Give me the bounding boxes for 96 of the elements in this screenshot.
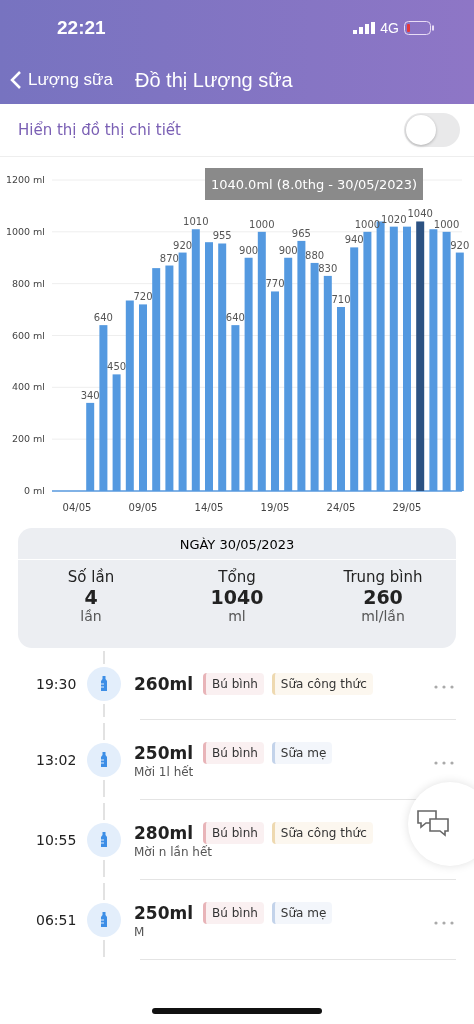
entry-note: Mời n lần hết <box>134 844 214 859</box>
toggle-switch[interactable] <box>404 113 460 147</box>
bar-value-label: 1010 <box>183 216 209 228</box>
bar-value-label: 640 <box>93 312 113 324</box>
bar-value-label: 720 <box>133 291 153 303</box>
y-axis-label: 800 ml <box>11 277 45 289</box>
y-axis-label: 0 ml <box>24 485 45 496</box>
x-axis-label: 04/05 <box>62 502 92 513</box>
bar-value-label: 940 <box>344 234 364 246</box>
bar-value-label: 920 <box>450 239 470 251</box>
entry-time: 10:55 <box>35 832 78 848</box>
stat-unit: ml/lần <box>361 608 405 624</box>
bar-value-label: 1000 <box>249 218 275 230</box>
x-axis-label: 14/05 <box>194 502 224 513</box>
bar-value-label: 1040 <box>407 208 433 220</box>
page-title: Đồ thị Lượng sữa <box>134 68 293 92</box>
bottle-icon <box>87 667 121 701</box>
entry-time: 19:30 <box>35 676 78 692</box>
stat-value: 260 <box>363 586 403 608</box>
bar-value-label: 920 <box>173 239 193 251</box>
bar[interactable] <box>284 257 293 491</box>
bar[interactable] <box>152 268 161 491</box>
entry-amount: 260ml <box>134 674 194 694</box>
chevron-left-icon <box>10 70 22 90</box>
y-axis-label: 1200 ml <box>5 174 45 185</box>
network-label: 4G <box>380 20 399 36</box>
tag: Bú bình <box>203 673 264 695</box>
bar-value-label: 830 <box>318 262 338 274</box>
x-axis-label: 19/05 <box>260 502 290 513</box>
x-axis-label: 24/05 <box>326 502 356 513</box>
bar-value-label: 1000 <box>433 218 460 230</box>
entry-note: Mời 1l hết <box>134 764 195 779</box>
bar-value-label: 770 <box>265 278 285 290</box>
entry-amount: 280ml <box>134 822 194 843</box>
bar[interactable] <box>257 231 266 491</box>
bar-value-label: 1020 <box>381 213 407 225</box>
bar[interactable] <box>218 243 227 491</box>
chat-bubbles-icon <box>416 809 450 839</box>
entry-time: 13:02 <box>35 752 78 768</box>
entry-amount: 250ml <box>134 742 194 763</box>
bar[interactable] <box>350 247 359 491</box>
stat-unit: ml <box>228 608 246 624</box>
stat-value: 4 <box>84 586 98 608</box>
bar[interactable] <box>323 275 332 491</box>
bar[interactable] <box>389 226 398 491</box>
entry-time: 06:51 <box>35 912 78 928</box>
bar-value-label: 900 <box>239 244 259 256</box>
back-button[interactable]: Lượng sữa <box>10 70 113 90</box>
bar[interactable] <box>191 229 200 491</box>
bar-value-label: 870 <box>159 252 179 264</box>
y-axis-label: 600 ml <box>11 329 45 341</box>
bar[interactable] <box>416 221 425 491</box>
bar-value-label: 965 <box>291 227 311 239</box>
stat-unit: lần <box>80 608 102 624</box>
ellipsis-icon <box>434 684 454 689</box>
battery-icon <box>404 21 434 35</box>
summary-date: NGÀY 30/05/2023 <box>18 528 456 560</box>
x-axis-label: 09/05 <box>128 502 158 513</box>
bar-value-label: 900 <box>278 244 298 256</box>
tag: Bú bình <box>203 741 264 764</box>
bar[interactable] <box>86 402 95 491</box>
x-axis-label: 29/05 <box>392 502 422 513</box>
bar-value-label: 955 <box>212 230 232 242</box>
tag: Sữa công thức <box>271 673 373 695</box>
annotation: 1040.0ml (8.0thg - 30/05/2023) <box>210 177 418 192</box>
tag: Bú bình <box>203 901 264 924</box>
tag: Bú bình <box>203 821 264 844</box>
stat-value: 1040 <box>210 586 264 608</box>
tag: Sữa mẹ <box>271 741 333 764</box>
chat-button[interactable] <box>408 782 474 866</box>
y-axis-label: 1000 ml <box>5 225 45 237</box>
y-axis-label: 200 ml <box>11 433 45 445</box>
bottle-icon <box>87 823 121 857</box>
ellipsis-icon <box>434 760 454 765</box>
entry-note: M <box>134 924 146 939</box>
bar-value-label: 340 <box>80 389 100 401</box>
bottle-icon <box>87 903 121 937</box>
bar-value-label: 640 <box>225 312 245 324</box>
bar[interactable] <box>125 300 134 491</box>
bar-value-label: 710 <box>331 294 351 305</box>
bar[interactable] <box>455 252 464 491</box>
bar-value-label: 880 <box>305 249 325 261</box>
tag: Sữa mẹ <box>271 901 333 924</box>
entry-amount: 250ml <box>134 902 194 923</box>
chart-tooltip: 1040.0ml (8.0thg - 30/05/2023) <box>205 168 423 200</box>
bar-value-label: 450 <box>107 361 127 373</box>
y-axis-label: 400 ml <box>11 381 45 393</box>
toggle-label: Hiển thị đồ thị chi tiết <box>18 121 181 139</box>
bottle-icon <box>87 743 121 777</box>
stat-label: Trung bình <box>343 568 423 586</box>
signal-icon <box>353 22 376 34</box>
stat-label: Số lần <box>67 568 115 586</box>
stat-label: Tổng <box>218 568 256 586</box>
ellipsis-icon <box>434 920 454 925</box>
clock: 22:21 <box>57 17 106 39</box>
tag: Sữa công thức <box>271 821 373 844</box>
